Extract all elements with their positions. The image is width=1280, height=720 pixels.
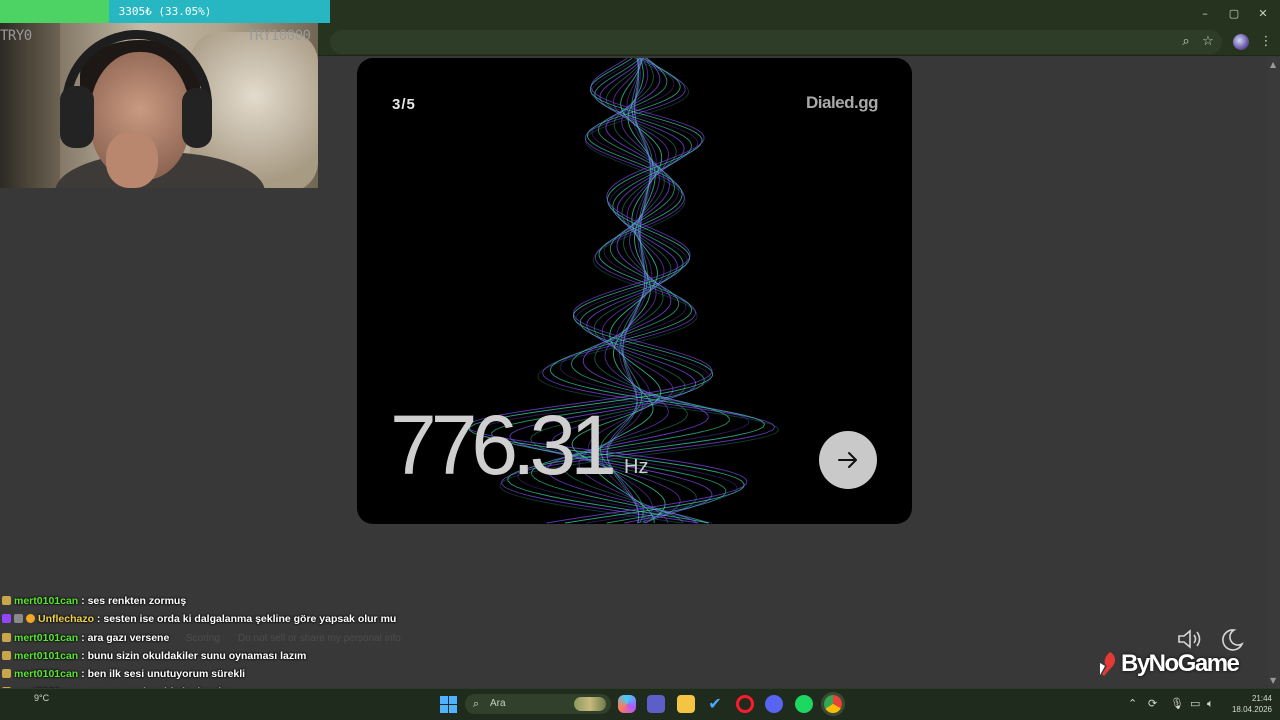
donation-goal-max: TRY10000 xyxy=(247,28,311,44)
donation-goal-label: 3305₺ (33.05%) xyxy=(118,5,212,18)
taskbar-search-placeholder: Ara xyxy=(490,698,506,709)
discord-icon[interactable] xyxy=(765,695,783,713)
page-scrollbar[interactable] xyxy=(1268,57,1280,688)
weather-widget[interactable]: 9°C xyxy=(34,693,49,703)
chat-text: sesten ise orda ki dalgalanma şekline gö… xyxy=(103,613,397,626)
opera-icon[interactable] xyxy=(736,695,754,713)
taskbar-search[interactable]: ⌕ Ara xyxy=(465,694,611,714)
chat-message: mert0101can : ses renkten zormuş xyxy=(2,592,442,610)
search-highlight-image xyxy=(574,697,606,711)
round-counter: 3/5 xyxy=(392,96,416,113)
game-card: 3/5 Dialed.gg 776.31 Hz xyxy=(357,58,912,524)
teams-icon[interactable] xyxy=(647,695,665,713)
bynogame-text: ByNoGame xyxy=(1121,650,1240,677)
chat-badge-icon xyxy=(2,596,11,605)
chat-username[interactable]: mert0101can xyxy=(14,632,78,644)
webcam-feed xyxy=(0,22,318,188)
bynogame-mark-icon xyxy=(1100,652,1116,676)
copilot-icon[interactable] xyxy=(618,695,636,713)
tray-app-icon[interactable]: ⟳ xyxy=(1148,697,1157,710)
frequency-value: 776.31 xyxy=(390,398,617,492)
chat-badge-icon xyxy=(2,632,11,642)
frequency-unit: Hz xyxy=(624,456,649,478)
chat-username[interactable]: mert0101can xyxy=(14,668,78,680)
restore-button[interactable]: ▢ xyxy=(1220,4,1248,24)
bynogame-logo: ByNoGame xyxy=(1096,648,1240,680)
chat-text: ben ilk sesi unutuyorum sürekli xyxy=(87,668,246,681)
tray-overflow-icon[interactable]: ⌃ xyxy=(1128,697,1137,710)
minimize-button[interactable]: – xyxy=(1191,4,1219,24)
chat-message: mert0101can : ben ilk sesi unutuyorum sü… xyxy=(2,665,442,683)
chat-message: mert0101can : ara gazı versene xyxy=(2,629,442,647)
todo-icon[interactable]: ✔ xyxy=(706,695,724,713)
donation-goal-min: TRY0 xyxy=(0,28,32,44)
chrome-icon[interactable] xyxy=(824,695,842,713)
chat-badge-icon xyxy=(26,614,35,624)
chat-message: Unflechazo : sesten ise orda ki dalgalan… xyxy=(2,610,442,628)
chat-badge-icon xyxy=(14,614,23,624)
arrow-right-icon xyxy=(838,452,857,468)
scroll-down-arrow-icon[interactable]: ▼ xyxy=(1270,676,1276,685)
address-bar[interactable] xyxy=(330,30,1222,54)
start-button[interactable] xyxy=(440,696,457,713)
dialed-logo[interactable]: Dialed.gg xyxy=(806,93,879,113)
zoom-icon[interactable]: ⌕ xyxy=(1177,33,1195,51)
taskbar xyxy=(0,688,1280,720)
chat-text: bunu sizin okuldakiler sunu oynaması laz… xyxy=(87,649,307,662)
chat-username[interactable]: Unflechazo xyxy=(38,613,94,625)
scroll-up-arrow-icon[interactable]: ▲ xyxy=(1270,60,1276,69)
clock-time: 21:44 xyxy=(1251,694,1272,703)
chat-badge-icon xyxy=(2,614,11,624)
microphone-icon[interactable]: 🎙︎ xyxy=(1170,697,1184,710)
spotify-icon[interactable] xyxy=(795,695,813,713)
close-button[interactable]: ✕ xyxy=(1249,4,1277,24)
donation-goal-bar: 3305₺ (33.05%) xyxy=(0,0,330,23)
profile-avatar[interactable] xyxy=(1233,34,1249,50)
chat-text: ara gazı versene xyxy=(87,631,170,644)
volume-icon[interactable]: 🔈︎ xyxy=(1207,697,1214,711)
browser-menu-icon[interactable]: ⋮ xyxy=(1257,33,1275,51)
chat-text: ses renkten zormuş xyxy=(87,595,187,607)
chat-badge-icon xyxy=(2,650,11,660)
search-icon: ⌕ xyxy=(473,697,480,710)
clock-date: 18.04.2026 xyxy=(1231,705,1272,714)
file-explorer-icon[interactable] xyxy=(677,695,695,713)
chat-username[interactable]: mert0101can xyxy=(14,595,78,607)
next-button[interactable] xyxy=(819,431,877,489)
taskbar-clock[interactable]: 21:44 18.04.2026 xyxy=(1228,693,1272,715)
network-icon[interactable]: ▭ xyxy=(1190,697,1200,710)
bookmark-star-icon[interactable]: ☆ xyxy=(1199,33,1217,51)
chat-username[interactable]: mert0101can xyxy=(14,650,78,662)
chat-badge-icon xyxy=(2,669,11,679)
chat-message: mert0101can : bunu sizin okuldakiler sun… xyxy=(2,647,442,665)
